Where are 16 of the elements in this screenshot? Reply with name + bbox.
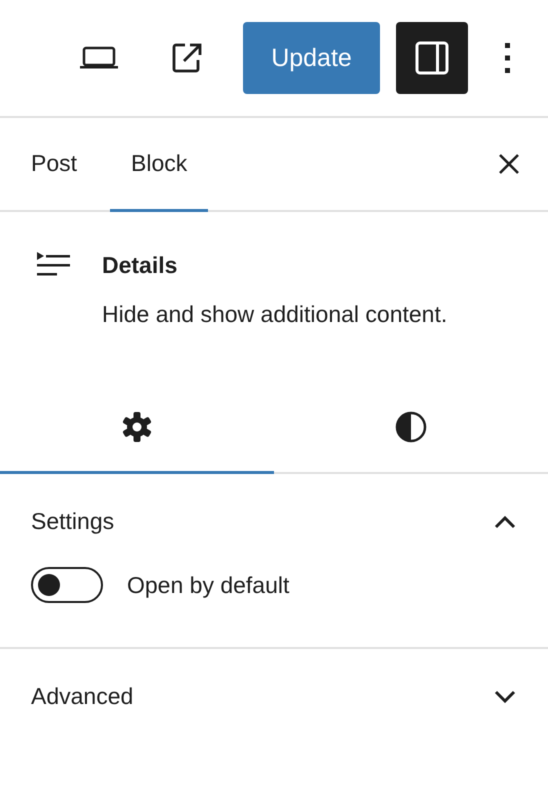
sidebar-tab[interactable]: Post bbox=[10, 118, 98, 212]
toggle-label: Open by default bbox=[127, 572, 290, 598]
panel-header[interactable]: Settings bbox=[0, 474, 548, 567]
toggle-switch[interactable] bbox=[31, 567, 103, 603]
sidebar-tab[interactable]: Block bbox=[110, 118, 208, 212]
block-title: Details bbox=[102, 252, 178, 279]
half-circle-icon bbox=[394, 410, 428, 444]
sidebar-icon bbox=[415, 41, 449, 75]
settings-icon bbox=[121, 410, 153, 442]
chevron-icon bbox=[494, 690, 516, 704]
sidebar-toggle-button[interactable] bbox=[396, 22, 468, 94]
update-button[interactable]: Update bbox=[243, 22, 380, 94]
panel-header[interactable]: Advanced bbox=[0, 649, 548, 742]
chevron-icon bbox=[494, 514, 516, 528]
details-block-icon bbox=[36, 252, 72, 278]
block-description: Hide and show additional content. bbox=[102, 301, 448, 328]
